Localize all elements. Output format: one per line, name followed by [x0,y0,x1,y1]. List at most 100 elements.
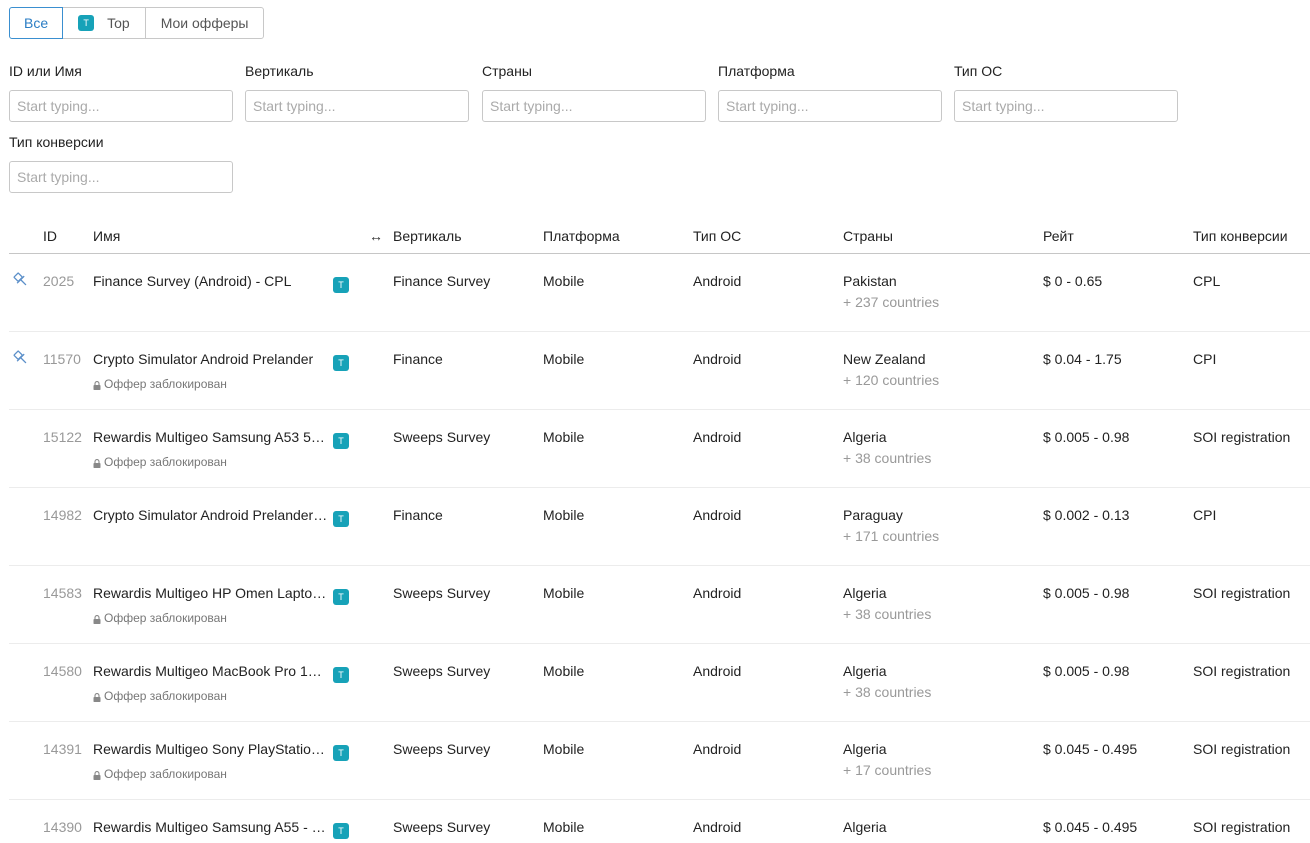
filter-conversion-input[interactable] [9,161,233,193]
table-row[interactable]: 15122 Rewardis Multigeo Samsung A53 5G - … [9,410,1310,488]
pin-icon[interactable] [12,271,30,289]
table-row[interactable]: 14580 Rewardis Multigeo MacBook Pro 16 - … [9,644,1310,722]
more-countries[interactable]: + 237 countries [843,294,939,310]
header-countries[interactable]: Страны [843,228,893,244]
offers-table-header: ID Имя ↔ Вертикаль Платформа Тип ОС Стра… [9,228,1310,254]
offer-os: Android [693,663,742,679]
offer-conversion: SOI registration [1193,429,1291,445]
offer-id: 14580 [43,663,82,679]
locked-status: Оффер заблокирован [93,455,227,469]
offer-vertical: Sweeps Survey [393,819,491,835]
offer-rate: $ 0.005 - 0.98 [1043,429,1130,445]
more-countries[interactable]: + 38 countries [843,684,931,700]
table-row[interactable]: 14982 Crypto Simulator Android Prelander … [9,488,1310,566]
header-vertical[interactable]: Вертикаль [393,228,462,244]
offer-vertical: Finance [393,507,443,523]
lock-icon [93,614,101,624]
filter-os: Тип ОС [954,63,1179,122]
top-badge: T [333,433,349,449]
locked-status: Оффер заблокирован [93,689,227,703]
lock-icon [93,458,101,468]
filter-countries-label: Страны [482,63,532,79]
offer-rate: $ 0.005 - 0.98 [1043,585,1130,601]
offer-platform: Mobile [543,273,585,289]
header-conversion[interactable]: Тип конверсии [1193,228,1288,244]
filter-id-name-input[interactable] [9,90,233,122]
offer-platform: Mobile [543,663,585,679]
offer-vertical: Sweeps Survey [393,585,491,601]
offer-name[interactable]: Rewardis Multigeo Samsung A55 - New [93,819,329,835]
offer-name[interactable]: Crypto Simulator Android Prelander [93,351,329,367]
header-id[interactable]: ID [43,228,57,244]
offer-vertical: Finance Survey [393,273,491,289]
table-row[interactable]: 11570 Crypto Simulator Android Prelander О… [9,332,1310,410]
offer-country: Algeria [843,429,887,445]
offer-rate: $ 0.005 - 0.98 [1043,663,1130,679]
filter-vertical-label: Вертикаль [245,63,314,79]
top-badge: T [333,277,349,293]
more-countries[interactable]: + 120 countries [843,372,939,388]
top-badge: T [333,589,349,605]
offer-rate: $ 0 - 0.65 [1043,273,1103,289]
table-row[interactable]: 2025 Finance Survey (Android) - CPL T Finan… [9,254,1310,332]
more-countries[interactable]: + 38 countries [843,606,931,622]
offer-name[interactable]: Crypto Simulator Android Prelander - Mul… [93,507,329,523]
offer-rate: $ 0.002 - 0.13 [1043,507,1130,523]
offer-name[interactable]: Rewardis Multigeo MacBook Pro 16 - Multi… [93,663,329,679]
locked-label: Оффер заблокирован [104,767,227,781]
offer-os: Android [693,273,742,289]
offer-conversion: SOI registration [1193,585,1291,601]
locked-label: Оффер заблокирован [104,689,227,703]
header-name[interactable]: Имя [93,228,120,244]
offer-os: Android [693,585,742,601]
table-row[interactable]: 14583 Rewardis Multigeo HP Omen Laptop - … [9,566,1310,644]
offer-id: 15122 [43,429,82,445]
header-platform[interactable]: Платформа [543,228,620,244]
filter-vertical-input[interactable] [245,90,469,122]
offer-country: Pakistan [843,273,897,289]
header-os[interactable]: Тип ОС [693,228,741,244]
offer-platform: Mobile [543,585,585,601]
offer-id: 14583 [43,585,82,601]
offer-os: Android [693,507,742,523]
header-rate[interactable]: Рейт [1043,228,1074,244]
offer-os: Android [693,741,742,757]
tab-top-label: Top [107,15,130,31]
filter-countries-input[interactable] [482,90,706,122]
filter-id-name-label: ID или Имя [9,63,82,79]
offer-id: 14982 [43,507,82,523]
top-badge: T [333,745,349,761]
locked-label: Оффер заблокирован [104,377,227,391]
tab-all[interactable]: Все [9,7,64,39]
offer-name[interactable]: Rewardis Multigeo HP Omen Laptop - Multi… [93,585,329,601]
offer-platform: Mobile [543,429,585,445]
pin-icon[interactable] [12,349,30,367]
tab-top[interactable]: T Top [62,7,146,39]
table-row[interactable]: 14390 Rewardis Multigeo Samsung A55 - New… [9,800,1310,843]
lock-icon [93,770,101,780]
filter-countries: Страны [482,63,707,122]
top-badge: T [333,511,349,527]
offer-vertical: Sweeps Survey [393,663,491,679]
more-countries[interactable]: + 38 countries [843,450,931,466]
offer-name[interactable]: Finance Survey (Android) - CPL [93,273,329,289]
offer-vertical: Sweeps Survey [393,741,491,757]
filter-os-input[interactable] [954,90,1178,122]
offer-country: Algeria [843,819,887,835]
table-row[interactable]: 14391 Rewardis Multigeo Sony PlayStation … [9,722,1310,800]
filter-platform-label: Платформа [718,63,795,79]
more-countries[interactable]: + 17 countries [843,762,931,778]
lock-icon [93,692,101,702]
offer-country: Paraguay [843,507,903,523]
tab-my-offers[interactable]: Мои офферы [144,7,265,39]
offer-name[interactable]: Rewardis Multigeo Samsung A53 5G - Multi… [93,429,329,445]
offer-id: 11570 [43,351,81,367]
offer-name[interactable]: Rewardis Multigeo Sony PlayStation 5 - M… [93,741,329,757]
offer-rate: $ 0.045 - 0.495 [1043,819,1138,835]
column-resize-icon[interactable]: ↔ [369,228,383,244]
filter-id-name: ID или Имя [9,63,234,122]
filter-platform-input[interactable] [718,90,942,122]
locked-label: Оффер заблокирован [104,455,227,469]
offer-platform: Mobile [543,741,585,757]
more-countries[interactable]: + 171 countries [843,528,939,544]
